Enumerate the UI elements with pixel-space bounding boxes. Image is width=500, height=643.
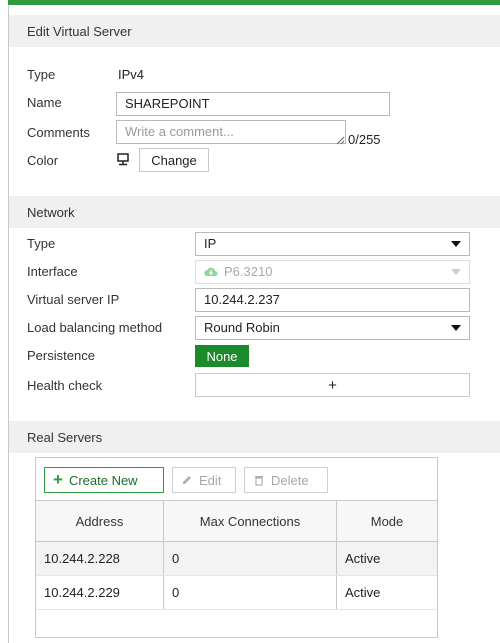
lb-value: Round Robin xyxy=(204,320,280,335)
interface-select: P6.3210 xyxy=(195,260,470,284)
interface-value: P6.3210 xyxy=(224,264,273,279)
monitor-icon xyxy=(117,153,129,166)
table-row[interactable]: 10.244.2.229 0 Active xyxy=(36,575,437,610)
name-input[interactable]: SHAREPOINT xyxy=(116,92,390,116)
create-new-label: Create New xyxy=(68,472,138,488)
net-type-label: Type xyxy=(27,236,56,251)
real-servers-section-title: Real Servers xyxy=(27,429,103,445)
cell-mode: Active xyxy=(336,575,437,610)
interface-label: Interface xyxy=(27,264,78,279)
vip-input[interactable]: 10.244.2.237 xyxy=(195,288,470,312)
real-servers-section-header: Real Servers xyxy=(9,421,500,453)
cell-address: 10.244.2.229 xyxy=(36,575,164,610)
page-title: Edit Virtual Server xyxy=(27,23,132,39)
edit-button[interactable]: Edit xyxy=(172,467,236,493)
net-type-value: IP xyxy=(204,236,217,251)
top-accent-bar xyxy=(8,0,500,5)
type-label: Type xyxy=(27,67,56,82)
cell-mode: Active xyxy=(336,541,437,576)
resize-handle-icon[interactable] xyxy=(336,136,345,145)
name-label: Name xyxy=(27,95,62,110)
change-color-button[interactable]: Change xyxy=(139,148,209,172)
chevron-down-icon xyxy=(451,241,461,247)
vip-label: Virtual server IP xyxy=(27,292,120,307)
network-section-title: Network xyxy=(27,204,75,220)
pencil-icon xyxy=(183,476,191,484)
comments-textarea[interactable]: Write a comment... xyxy=(116,120,346,144)
interface-port-icon xyxy=(204,267,218,276)
table-header-row: Address Max Connections Mode xyxy=(36,500,437,542)
persistence-label: Persistence xyxy=(27,348,95,363)
plus-icon: + xyxy=(53,470,63,489)
cell-max-connections: 0 xyxy=(163,575,337,610)
comments-label: Comments xyxy=(27,125,90,140)
health-check-add-button[interactable]: + xyxy=(195,373,470,397)
chevron-down-icon xyxy=(451,325,461,331)
delete-label: Delete xyxy=(271,472,309,488)
column-header-mode[interactable]: Mode xyxy=(336,500,437,542)
column-header-address[interactable]: Address xyxy=(36,500,164,542)
edit-label: Edit xyxy=(199,472,222,488)
lb-label: Load balancing method xyxy=(27,320,163,335)
health-check-label: Health check xyxy=(27,378,103,393)
edit-header: Edit Virtual Server xyxy=(9,15,500,47)
cell-address: 10.244.2.228 xyxy=(36,541,164,576)
net-type-select[interactable]: IP xyxy=(195,232,470,256)
column-header-max-connections[interactable]: Max Connections xyxy=(163,500,337,542)
delete-button[interactable]: Delete xyxy=(244,467,328,493)
left-border xyxy=(8,5,9,643)
color-label: Color xyxy=(27,153,59,168)
real-servers-panel: + Create New Edit Delete Address Max Con… xyxy=(35,457,438,638)
real-servers-table: Address Max Connections Mode 10.244.2.22… xyxy=(36,500,437,610)
cell-max-connections: 0 xyxy=(163,541,337,576)
type-value: IPv4 xyxy=(118,67,145,82)
table-row[interactable]: 10.244.2.228 0 Active xyxy=(36,541,437,576)
lb-select[interactable]: Round Robin xyxy=(195,316,470,340)
chevron-down-icon xyxy=(451,269,461,275)
network-section-header: Network xyxy=(9,196,500,228)
comments-counter: 0/255 xyxy=(348,132,381,147)
persistence-none-button[interactable]: None xyxy=(195,345,249,367)
create-new-button[interactable]: + Create New xyxy=(44,467,164,493)
trash-icon xyxy=(255,476,263,486)
